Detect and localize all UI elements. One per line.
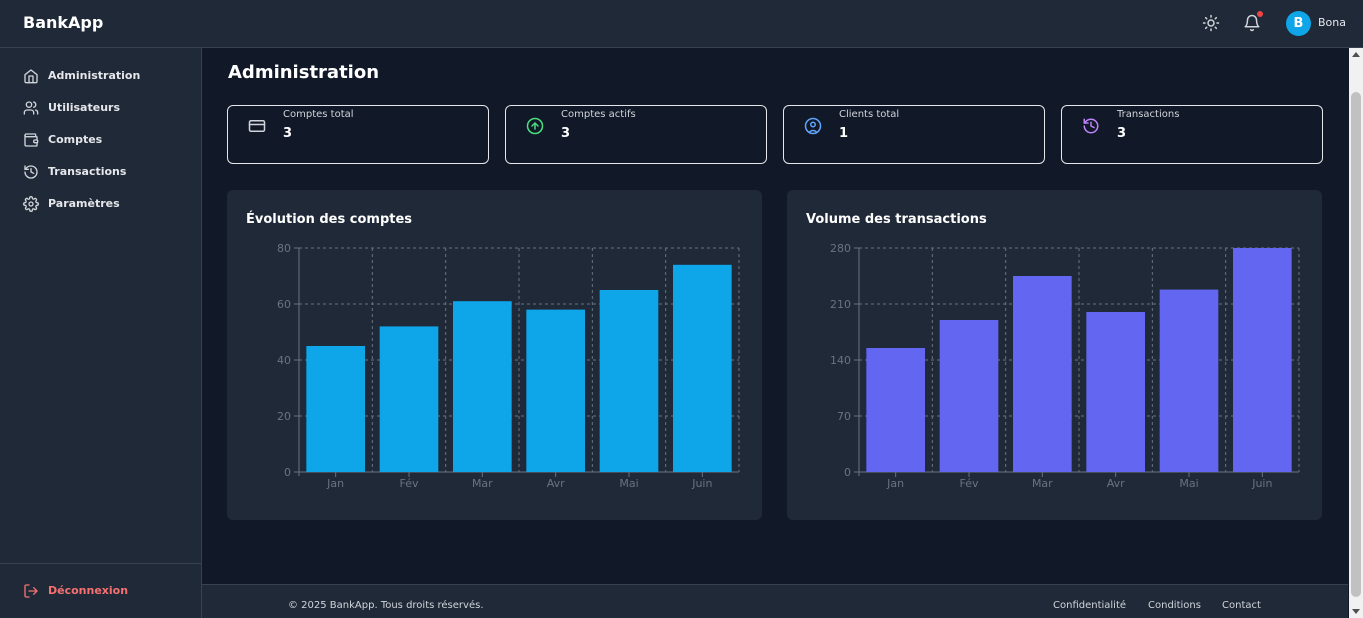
- y-tick-label: 20: [277, 410, 291, 423]
- x-tick-label: Avr: [1107, 477, 1125, 490]
- sidebar-item-transactions[interactable]: Transactions: [0, 157, 201, 187]
- scroll-down-arrow[interactable]: [1352, 609, 1360, 614]
- bar-Mar: [453, 301, 512, 472]
- stat-card-comptes-actifs: Comptes actifs 3: [505, 105, 767, 164]
- stat-card-transactions: Transactions 3: [1061, 105, 1323, 164]
- bar-chart: 0 70 140 210 280 Jan Fév Mar Avr Mai Juin: [830, 242, 1300, 490]
- logout-icon: [23, 583, 39, 599]
- users-icon: [23, 100, 39, 116]
- bar-Mai: [1159, 289, 1219, 472]
- stat-label: Clients total: [839, 109, 900, 120]
- y-tick-label: 0: [844, 466, 851, 479]
- credit-card-icon: [248, 117, 266, 135]
- sidebar-item-administration[interactable]: Administration: [0, 61, 201, 91]
- logout-label: Déconnexion: [48, 584, 129, 597]
- sidebar-item-label: Administration: [48, 69, 141, 82]
- top-bar: BankApp B Bona: [0, 0, 1363, 48]
- logout-button[interactable]: Déconnexion: [0, 576, 201, 606]
- x-tick-label: Avr: [547, 477, 565, 490]
- y-tick-label: 280: [830, 242, 851, 255]
- x-tick-label: Juin: [1251, 477, 1272, 490]
- bar-Jan: [306, 346, 365, 472]
- bar-Avr: [1086, 312, 1145, 472]
- stat-value: 3: [1117, 126, 1127, 141]
- wallet-icon: [23, 132, 39, 148]
- bar-Mai: [599, 290, 659, 472]
- stat-label: Comptes total: [283, 109, 354, 120]
- sidebar-item-utilisateurs[interactable]: Utilisateurs: [0, 93, 201, 123]
- sidebar-divider: [0, 563, 201, 564]
- stat-value: 3: [283, 126, 293, 141]
- user-circle-icon: [804, 117, 822, 135]
- sidebar-item-comptes[interactable]: Comptes: [0, 125, 201, 155]
- x-tick-label: Jan: [326, 477, 344, 490]
- avatar[interactable]: B: [1286, 11, 1311, 36]
- history-icon: [1082, 117, 1100, 135]
- footer-link-conditions[interactable]: Conditions: [1148, 600, 1201, 611]
- bar-Avr: [526, 309, 585, 472]
- bar-Jan: [866, 348, 925, 472]
- y-tick-label: 80: [277, 242, 291, 255]
- chart-card-evolution-comptes: Évolution des comptes 0 20 40 60 80 Jan Fév Mar…: [227, 190, 762, 520]
- scrollbar[interactable]: [1349, 48, 1363, 618]
- x-tick-label: Mai: [1179, 477, 1198, 490]
- x-tick-label: Mar: [1032, 477, 1053, 490]
- sidebar-item-label: Comptes: [48, 133, 103, 146]
- gear-icon: [23, 196, 39, 212]
- stat-value: 3: [561, 126, 571, 141]
- scroll-thumb[interactable]: [1351, 92, 1361, 597]
- sidebar-item-parametres[interactable]: Paramètres: [0, 189, 201, 219]
- chart-card-volume-transactions: Volume des transactions 0 70 140 210 280 Jan F…: [787, 190, 1322, 520]
- stat-label: Comptes actifs: [561, 109, 636, 120]
- x-tick-label: Mar: [472, 477, 493, 490]
- x-tick-label: Mai: [619, 477, 638, 490]
- y-tick-label: 60: [277, 298, 291, 311]
- y-tick-label: 210: [830, 298, 851, 311]
- y-tick-label: 140: [830, 354, 851, 367]
- bar-chart: 0 20 40 60 80 Jan Fév Mar Avr Mai Juin: [277, 242, 740, 490]
- x-tick-label: Juin: [691, 477, 712, 490]
- stat-card-comptes-total: Comptes total 3: [227, 105, 489, 164]
- bar-Mar: [1013, 276, 1072, 472]
- y-tick-label: 0: [284, 466, 291, 479]
- bar-Fév: [939, 320, 999, 472]
- x-tick-label: Fév: [959, 477, 978, 490]
- arrow-up-circle-icon: [526, 117, 544, 135]
- bar-Fév: [379, 326, 439, 472]
- y-tick-label: 40: [277, 354, 291, 367]
- footer-link-contact[interactable]: Contact: [1222, 600, 1261, 611]
- copyright-text: © 2025 BankApp. Tous droits réservés.: [288, 600, 484, 611]
- footer-link-confidentialite[interactable]: Confidentialité: [1053, 600, 1126, 611]
- home-icon: [23, 68, 39, 84]
- scroll-up-arrow[interactable]: [1352, 52, 1360, 57]
- sidebar-item-label: Transactions: [48, 165, 127, 178]
- sun-icon[interactable]: [1202, 14, 1220, 32]
- y-tick-label: 70: [837, 410, 851, 423]
- sidebar-item-label: Utilisateurs: [48, 101, 120, 114]
- footer: © 2025 BankApp. Tous droits réservés. Co…: [202, 584, 1348, 618]
- bar-Juin: [1233, 248, 1292, 472]
- stat-card-clients-total: Clients total 1: [783, 105, 1045, 164]
- app-brand[interactable]: BankApp: [23, 13, 103, 32]
- x-tick-label: Fév: [399, 477, 418, 490]
- page-title: Administration: [228, 62, 380, 83]
- user-name[interactable]: Bona: [1318, 16, 1346, 29]
- sidebar-item-label: Paramètres: [48, 197, 120, 210]
- bar-Juin: [673, 264, 732, 472]
- history-icon: [23, 164, 39, 180]
- notification-dot: [1257, 11, 1263, 17]
- sidebar: Administration Utilisateurs Comptes Tran…: [0, 48, 202, 618]
- stat-label: Transactions: [1117, 109, 1180, 120]
- stat-value: 1: [839, 126, 849, 141]
- x-tick-label: Jan: [886, 477, 904, 490]
